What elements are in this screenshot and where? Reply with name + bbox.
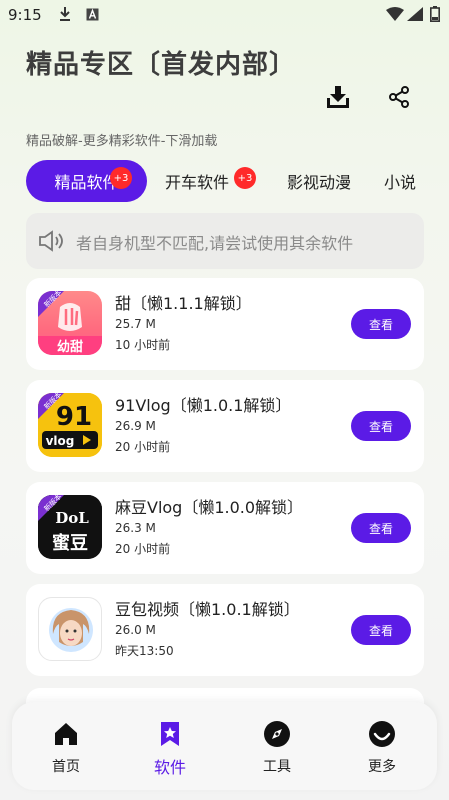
view-button[interactable]: 查看 — [351, 309, 411, 339]
doubao-app-icon — [38, 597, 102, 661]
smile-icon — [369, 721, 395, 747]
view-button[interactable]: 查看 — [351, 411, 411, 441]
app-card[interactable]: 豆包视频〔懒1.0.1解锁〕 26.0 M 昨天13:50 查看 — [26, 584, 424, 676]
bookmark-star-icon — [161, 722, 179, 746]
app-name: 麻豆Vlog〔懒1.0.0解锁〕 — [115, 498, 304, 517]
notice-text: 者自身机型不匹配,请尝试使用其余软件 — [76, 234, 354, 253]
nav-label: 软件 — [153, 758, 186, 777]
app-icon-text: 幼甜 — [57, 339, 83, 355]
download-button[interactable] — [323, 82, 353, 112]
app-icon-text: vlog — [46, 434, 75, 448]
tab-badge: +3 — [110, 167, 132, 189]
app-card[interactable]: 91 vlog 新版本 91Vlog〔懒1.0.1解锁〕 26.9 M 20 小… — [26, 380, 424, 472]
nav-label: 首页 — [52, 759, 80, 775]
notice-banner: 者自身机型不匹配,请尝试使用其余软件 — [26, 213, 424, 269]
tab-badge: +3 — [234, 167, 256, 189]
svg-text:DoL: DoL — [55, 509, 89, 527]
status-time: 9:15 — [8, 6, 42, 24]
app-size: 25.7 M — [115, 317, 156, 331]
view-button[interactable]: 查看 — [351, 615, 411, 645]
sweet-app-icon: 幼甜 新版本 — [38, 291, 102, 355]
nav-home[interactable]: 首页 — [34, 720, 98, 782]
download-tray-icon — [327, 86, 349, 108]
tab-label: 影视动漫 — [286, 173, 351, 192]
app-size: 26.9 M — [115, 419, 156, 433]
tab-driving-software[interactable]: 开车软件 — [160, 160, 234, 202]
vlog91-app-icon: 91 vlog 新版本 — [38, 393, 102, 457]
signal-icon — [407, 7, 423, 21]
tab-label: 开车软件 — [164, 173, 229, 192]
app-size: 26.3 M — [115, 521, 156, 535]
app-name: 91Vlog〔懒1.0.1解锁〕 — [115, 396, 292, 415]
download-status-icon — [60, 7, 70, 21]
nav-label: 工具 — [263, 759, 291, 775]
tab-video-anime[interactable]: 影视动漫 — [281, 160, 357, 202]
app-card[interactable]: DoL 蜜豆 新版本 麻豆Vlog〔懒1.0.0解锁〕 26.3 M 20 小时… — [26, 482, 424, 574]
battery-icon — [430, 6, 440, 22]
view-button[interactable]: 查看 — [351, 513, 411, 543]
tab-novels[interactable]: 小说 — [384, 160, 449, 202]
notification-a-icon — [86, 8, 99, 21]
svg-text:91: 91 — [56, 402, 92, 432]
home-icon — [55, 723, 77, 745]
app-time: 10 小时前 — [115, 338, 171, 352]
share-icon — [389, 86, 409, 108]
app-time: 20 小时前 — [115, 440, 171, 454]
tab-label: 小说 — [384, 173, 417, 192]
nav-more[interactable]: 更多 — [350, 720, 414, 782]
page-subtitle: 精品破解-更多精彩软件-下滑加载 — [26, 134, 218, 149]
app-size: 26.0 M — [115, 623, 156, 637]
bottom-nav: 首页 软件 工具 更多 — [12, 702, 437, 790]
share-button[interactable] — [384, 82, 414, 112]
app-time: 20 小时前 — [115, 542, 171, 556]
wifi-icon — [386, 7, 404, 21]
app-name: 豆包视频〔懒1.0.1解锁〕 — [115, 600, 300, 619]
nav-software[interactable]: 软件 — [138, 720, 202, 782]
app-card[interactable]: 幼甜 新版本 甜〔懒1.1.1解锁〕 25.7 M 10 小时前 查看 — [26, 278, 424, 370]
tab-label: 精品软件 — [54, 173, 119, 192]
app-name: 甜〔懒1.1.1解锁〕 — [115, 294, 252, 313]
page-title: 精品专区〔首发内部〕 — [26, 50, 297, 80]
nav-tools[interactable]: 工具 — [245, 720, 309, 782]
nav-label: 更多 — [368, 759, 396, 775]
status-bar: 9:15 — [0, 0, 449, 30]
category-tabs: 精品软件 +3 开车软件 +3 影视动漫 小说 — [0, 160, 449, 206]
compass-icon — [264, 721, 290, 747]
madou-app-icon: DoL 蜜豆 新版本 — [38, 495, 102, 559]
speaker-icon — [39, 230, 63, 252]
app-time: 昨天13:50 — [115, 644, 174, 658]
app-icon-text: 蜜豆 — [52, 532, 88, 554]
